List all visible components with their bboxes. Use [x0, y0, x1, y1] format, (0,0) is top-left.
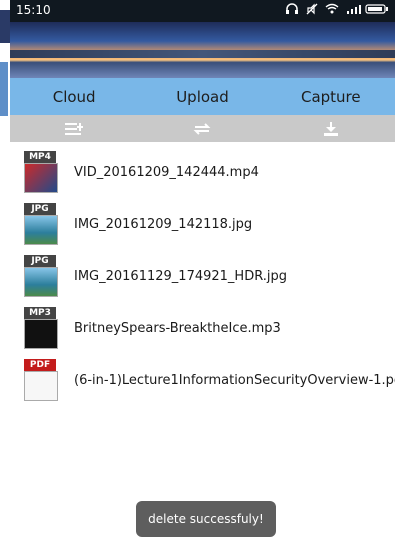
pdf-thumbnail	[24, 371, 58, 401]
video-thumbnail	[24, 163, 58, 193]
top-toolbar: Cloud Upload Capture	[10, 78, 395, 115]
file-row[interactable]: MP4 VID_20161209_142444.mp4	[20, 146, 395, 198]
jpg-file-icon: JPG	[20, 253, 64, 299]
mp3-file-icon: MP3	[20, 305, 64, 351]
file-type-badge: MP3	[24, 307, 56, 319]
file-name: (6-in-1)Lecture1InformationSecurityOverv…	[74, 372, 395, 388]
repeat-icon[interactable]	[190, 120, 214, 138]
cloud-button[interactable]: Cloud	[10, 88, 138, 106]
headset-icon	[285, 2, 299, 16]
file-name: VID_20161209_142444.mp4	[74, 164, 259, 180]
left-edge-panel	[0, 10, 10, 43]
left-edge-panel	[0, 62, 8, 116]
jpg-file-icon: JPG	[20, 201, 64, 247]
file-name: IMG_20161209_142118.jpg	[74, 216, 253, 232]
list-icon[interactable]	[62, 120, 86, 138]
capture-button[interactable]: Capture	[267, 88, 395, 106]
pdf-file-icon: PDF	[20, 357, 64, 403]
image-thumbnail	[24, 215, 58, 245]
banner-horizon	[10, 50, 395, 58]
toast-message: delete successfuly!	[136, 501, 276, 537]
upload-button[interactable]: Upload	[138, 88, 266, 106]
screen: 15:10 Cloud Upload Capture MP4 VID_20161…	[0, 0, 395, 542]
status-bar: 15:10	[10, 0, 395, 22]
file-type-badge: MP4	[24, 151, 56, 163]
action-icon-bar	[10, 115, 395, 142]
file-type-badge: PDF	[24, 359, 56, 371]
audio-thumbnail	[24, 319, 58, 349]
mute-icon	[305, 2, 319, 16]
file-row[interactable]: JPG IMG_20161129_174921_HDR.jpg	[20, 250, 395, 302]
download-icon[interactable]	[319, 120, 343, 138]
file-list: MP4 VID_20161209_142444.mp4 JPG IMG_2016…	[20, 146, 395, 406]
file-row[interactable]: MP3 BritneySpears-BreaktheIce.mp3	[20, 302, 395, 354]
file-name: BritneySpears-BreaktheIce.mp3	[74, 320, 281, 336]
file-type-badge: JPG	[24, 255, 56, 267]
wifi-icon	[325, 2, 339, 16]
status-icons	[285, 2, 389, 16]
header-banner-image	[10, 22, 395, 78]
file-type-badge: JPG	[24, 203, 56, 215]
signal-icon	[345, 2, 361, 16]
file-name: IMG_20161129_174921_HDR.jpg	[74, 268, 288, 284]
status-time: 15:10	[16, 3, 51, 17]
file-row[interactable]: JPG IMG_20161209_142118.jpg	[20, 198, 395, 250]
app: 15:10 Cloud Upload Capture MP4 VID_20161…	[10, 0, 395, 542]
battery-icon	[365, 2, 389, 16]
image-thumbnail	[24, 267, 58, 297]
mp4-file-icon: MP4	[20, 149, 64, 195]
file-row[interactable]: PDF (6-in-1)Lecture1InformationSecurityO…	[20, 354, 395, 406]
